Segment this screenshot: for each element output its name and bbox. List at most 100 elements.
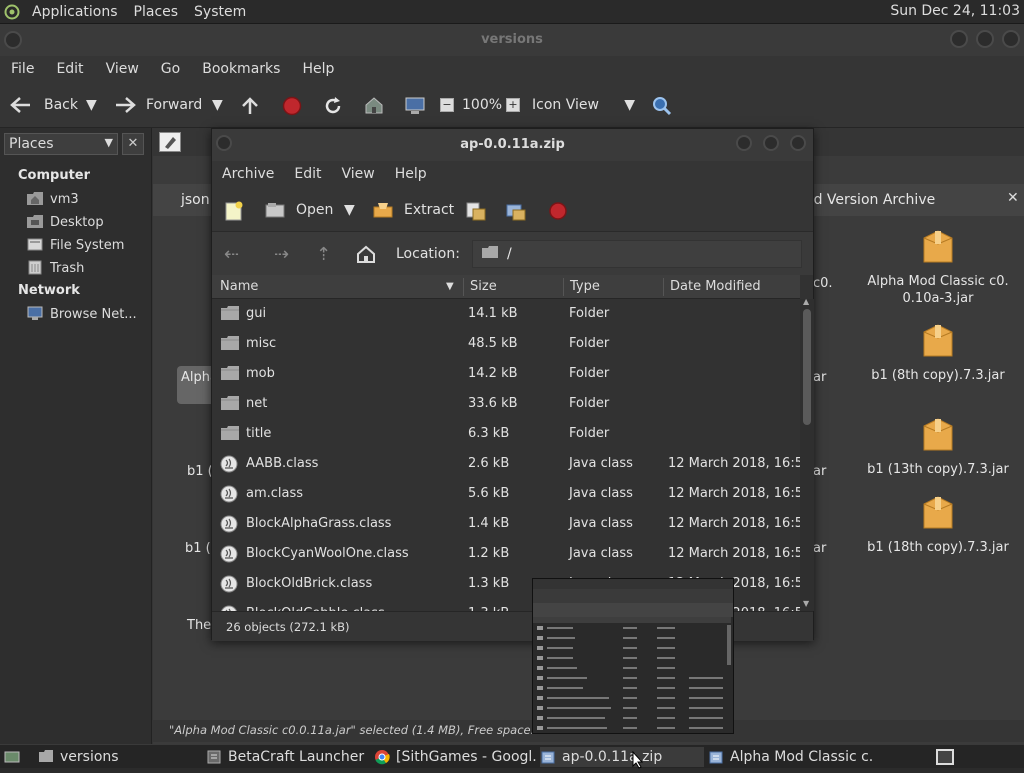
close-button[interactable] xyxy=(790,135,806,151)
back-arrow-icon: ⇠ xyxy=(224,243,240,265)
sidebar-item-desktop[interactable]: Desktop xyxy=(26,213,104,231)
zoom-in-button[interactable]: + xyxy=(506,94,520,116)
sidebar-item-vm3[interactable]: vm3 xyxy=(26,190,79,208)
menu-view[interactable]: View xyxy=(332,166,385,182)
task-alpha-mod-classic[interactable]: Alpha Mod Classic c... xyxy=(708,747,872,767)
jar-file-item[interactable]: b1 (8th copy).7.3.jar xyxy=(863,322,1013,386)
computer-button[interactable] xyxy=(404,94,425,116)
forward-button[interactable]: ⇢ xyxy=(274,243,289,265)
view-mode-select[interactable]: Icon View ▼ xyxy=(532,94,637,116)
sidebar-item-trash[interactable]: Trash xyxy=(26,259,84,277)
task-chrome[interactable]: [SithGames - Googl... xyxy=(374,747,536,767)
main-titlebar[interactable]: versions xyxy=(0,24,1024,56)
file-label-partial[interactable]: c0. xyxy=(813,276,833,291)
table-row[interactable]: misc 48.5 kB Folder xyxy=(212,329,800,359)
applications-menu[interactable]: Applications xyxy=(24,4,126,20)
jar-file-item[interactable]: b1 (13th copy).7.3.jar xyxy=(863,416,1013,480)
scrollbar-thumb[interactable] xyxy=(803,309,811,425)
extract-button[interactable]: Extract xyxy=(372,199,454,221)
edit-location-button[interactable] xyxy=(159,132,181,152)
menu-archive[interactable]: Archive xyxy=(212,166,284,182)
table-row[interactable]: BlockAlphaGrass.class 1.4 kB Java class 12 … xyxy=(212,509,800,539)
menu-view[interactable]: View xyxy=(95,61,150,77)
menu-edit[interactable]: Edit xyxy=(284,166,331,182)
file-label-partial[interactable]: ar xyxy=(813,464,826,479)
add-folder-button[interactable] xyxy=(505,199,526,221)
sidebar-item-file-system[interactable]: File System xyxy=(26,236,124,254)
vertical-scrollbar[interactable]: ▲ ▼ xyxy=(800,297,814,611)
column-header-date[interactable]: Date Modified xyxy=(670,279,761,294)
forward-button[interactable]: Forward xyxy=(114,94,202,116)
java-class-icon xyxy=(220,515,238,537)
table-row[interactable]: BlockCyanWoolOne.class 1.2 kB Java class 12… xyxy=(212,539,800,569)
maximize-button[interactable] xyxy=(976,30,994,48)
location-field[interactable]: / xyxy=(472,240,802,268)
home-button[interactable] xyxy=(364,94,383,116)
sidebar-type-select[interactable]: Places ▼ xyxy=(4,133,118,155)
jar-file-item[interactable]: Alpha Mod Classic c0. 0.10a-3.jar xyxy=(863,228,1013,310)
menu-edit[interactable]: Edit xyxy=(45,61,94,77)
window-thumbnail-preview[interactable] xyxy=(532,578,734,734)
drive-icon xyxy=(26,236,44,254)
sidebar-item-browse-network[interactable]: Browse Net... xyxy=(26,305,137,323)
stop-button[interactable] xyxy=(282,94,302,116)
home-button[interactable] xyxy=(356,243,375,265)
show-desktop-button[interactable] xyxy=(4,747,22,767)
back-button[interactable]: ⇠ xyxy=(224,243,239,265)
menu-file[interactable]: File xyxy=(0,61,45,77)
tab-version-archive[interactable]: od Version Archive xyxy=(805,192,935,208)
task-versions[interactable]: versions xyxy=(38,747,198,767)
zoom-level[interactable]: 100% xyxy=(462,94,502,116)
table-row[interactable]: gui 14.1 kB Folder xyxy=(212,299,800,329)
file-label-partial[interactable]: b1 ( xyxy=(187,464,213,479)
file-label-partial[interactable]: ar xyxy=(813,541,826,556)
table-row[interactable]: title 6.3 kB Folder xyxy=(212,419,800,449)
column-header-name[interactable]: Name xyxy=(220,279,258,294)
back-history-dropdown[interactable]: ▼ xyxy=(86,94,97,116)
stop-button[interactable] xyxy=(548,199,567,221)
system-menu[interactable]: System xyxy=(186,4,254,20)
search-button[interactable] xyxy=(652,94,672,116)
menu-bookmarks[interactable]: Bookmarks xyxy=(191,61,291,77)
scroll-down-icon[interactable]: ▼ xyxy=(803,599,809,608)
minimize-button[interactable] xyxy=(950,30,968,48)
close-tab-icon[interactable]: ✕ xyxy=(1007,190,1019,206)
new-archive-button[interactable] xyxy=(224,199,243,221)
column-header-size[interactable]: Size xyxy=(470,279,497,294)
maximize-button[interactable] xyxy=(763,135,779,151)
add-files-button[interactable] xyxy=(465,199,486,221)
open-dropdown[interactable]: ▼ xyxy=(344,199,355,221)
tab-partial[interactable]: json xyxy=(181,192,210,208)
workspace-switcher[interactable] xyxy=(936,747,958,767)
zoom-out-button[interactable]: − xyxy=(440,94,454,116)
task-betacraft-launcher[interactable]: BetaCraft Launcher ... xyxy=(206,747,370,767)
table-row[interactable]: am.class 5.6 kB Java class 12 March 2018, 1… xyxy=(212,479,800,509)
table-row[interactable]: AABB.class 2.6 kB Java class 12 March 2018,… xyxy=(212,449,800,479)
back-button[interactable]: Back xyxy=(10,94,78,116)
up-button[interactable] xyxy=(240,94,258,116)
jar-file-item[interactable]: b1 (18th copy).7.3.jar xyxy=(863,494,1013,558)
file-label-partial[interactable]: ar xyxy=(813,370,826,385)
table-row[interactable]: mob 14.2 kB Folder xyxy=(212,359,800,389)
menu-help[interactable]: Help xyxy=(291,61,345,77)
scroll-up-icon[interactable]: ▲ xyxy=(803,297,809,306)
close-sidebar-button[interactable]: ✕ xyxy=(122,133,144,155)
file-list[interactable]: gui 14.1 kB Folder misc 48.5 kB Folder mob 14.2… xyxy=(212,299,800,611)
minimize-button[interactable] xyxy=(736,135,752,151)
close-button[interactable] xyxy=(1002,30,1020,48)
places-menu[interactable]: Places xyxy=(126,4,187,20)
reload-button[interactable] xyxy=(323,94,341,116)
distro-logo-icon[interactable] xyxy=(0,4,24,20)
task-archive-manager[interactable]: ap-0.0.11a.zip xyxy=(540,747,704,767)
selected-file-highlight[interactable]: Alpha xyxy=(177,366,218,404)
up-button[interactable]: ⇡ xyxy=(316,243,331,265)
open-archive-button[interactable]: Open xyxy=(264,199,333,221)
file-label-partial[interactable]: The xyxy=(187,618,211,633)
menu-help[interactable]: Help xyxy=(385,166,437,182)
menu-go[interactable]: Go xyxy=(150,61,191,77)
archive-titlebar[interactable]: ap-0.0.11a.zip xyxy=(212,129,813,161)
column-header-type[interactable]: Type xyxy=(570,279,600,294)
clock[interactable]: Sun Dec 24, 11:03 xyxy=(890,3,1020,19)
forward-history-dropdown[interactable]: ▼ xyxy=(212,94,223,116)
table-row[interactable]: net 33.6 kB Folder xyxy=(212,389,800,419)
